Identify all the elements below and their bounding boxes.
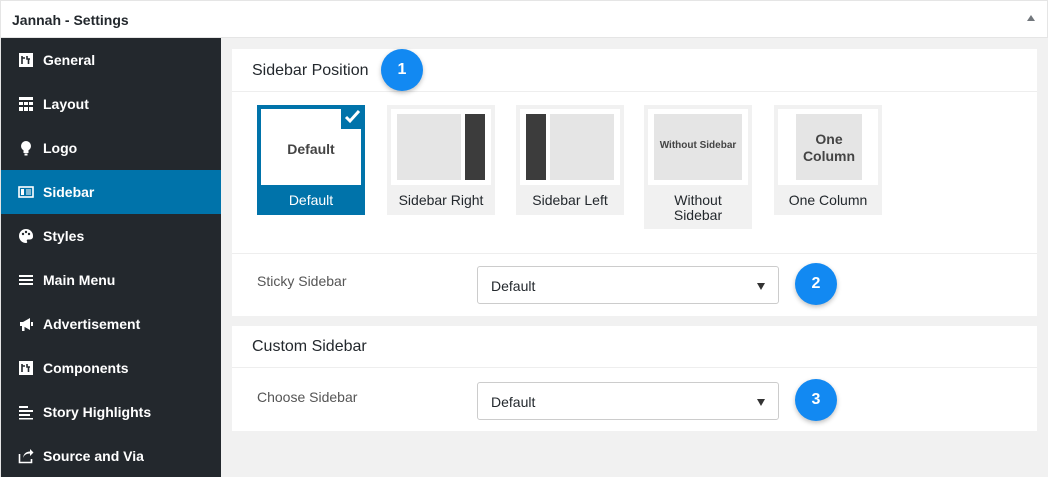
list-icon bbox=[18, 404, 34, 420]
thumbnail-text: Without Sidebar bbox=[659, 140, 737, 151]
collapse-arrow-icon[interactable] bbox=[1027, 15, 1035, 21]
settings-window: Jannah - Settings General Layout Logo Si… bbox=[0, 0, 1048, 477]
lightbulb-icon bbox=[18, 140, 34, 156]
dropdown-arrow-icon bbox=[757, 399, 765, 406]
option-caption: One Column bbox=[788, 192, 868, 208]
custom-sidebar-panel: Custom Sidebar Choose Sidebar Default 3 bbox=[232, 326, 1037, 431]
panel-header: Sidebar Position bbox=[232, 49, 1037, 92]
thumbnail-text-line2: Column bbox=[802, 148, 856, 164]
layout-option-sidebar-right[interactable]: Sidebar Right bbox=[387, 105, 495, 215]
settings-sidebar: General Layout Logo Sidebar Styles Main … bbox=[1, 38, 221, 477]
layout-option-sidebar-left[interactable]: Sidebar Left bbox=[516, 105, 624, 215]
sidebar-item-styles[interactable]: Styles bbox=[1, 214, 221, 258]
section-title: Sidebar Position bbox=[252, 62, 369, 79]
sidebar-item-general[interactable]: General bbox=[1, 38, 221, 82]
sidebar-block bbox=[526, 114, 546, 180]
sidebar-item-source-and-via[interactable]: Source and Via bbox=[1, 434, 221, 477]
sidebar-item-label: Main Menu bbox=[43, 272, 116, 288]
step-badge-3: 3 bbox=[795, 379, 837, 421]
sidebar-position-panel: Sidebar Position 1 Default Default Sideb… bbox=[232, 49, 1037, 316]
window-title: Jannah - Settings bbox=[12, 12, 129, 28]
thumbnail-text-line1: One bbox=[815, 131, 843, 147]
sidebar-item-label: Advertisement bbox=[43, 316, 141, 332]
sidebar-item-components[interactable]: Components bbox=[1, 346, 221, 390]
sidebar-item-label: Sidebar bbox=[43, 184, 95, 200]
sticky-sidebar-select[interactable]: Default bbox=[477, 266, 779, 304]
sidebar-item-logo[interactable]: Logo bbox=[1, 126, 221, 170]
option-caption: Sidebar Right bbox=[398, 192, 484, 208]
step-badge-1: 1 bbox=[381, 49, 423, 91]
content-area-block: Without Sidebar bbox=[654, 114, 742, 180]
sidebar-item-layout[interactable]: Layout bbox=[1, 82, 221, 126]
sidebar-item-label: Story Highlights bbox=[43, 404, 152, 420]
step-badge-2: 2 bbox=[795, 263, 837, 305]
sidebar-item-main-menu[interactable]: Main Menu bbox=[1, 258, 221, 302]
sidebar-item-label: Components bbox=[43, 360, 129, 376]
option-caption: Sidebar Left bbox=[532, 192, 608, 208]
option-caption: Default bbox=[288, 192, 334, 208]
sidebar-item-label: Styles bbox=[43, 228, 85, 244]
option-thumbnail: Without Sidebar bbox=[648, 109, 748, 185]
select-value: Default bbox=[491, 278, 536, 294]
section-divider bbox=[232, 253, 1037, 254]
sidebar-icon bbox=[18, 184, 34, 200]
layout-icon bbox=[18, 96, 34, 112]
choose-sidebar-select[interactable]: Default bbox=[477, 382, 779, 420]
components-icon bbox=[18, 360, 34, 376]
content-area-block bbox=[397, 114, 461, 180]
checkmark-icon bbox=[341, 105, 365, 129]
dropdown-arrow-icon bbox=[757, 283, 765, 290]
layout-option-one-column[interactable]: One Column One Column bbox=[774, 105, 882, 215]
content-area-block: One Column bbox=[796, 114, 862, 180]
sidebar-item-story-highlights[interactable]: Story Highlights bbox=[1, 390, 221, 434]
megaphone-icon bbox=[18, 316, 34, 332]
sticky-sidebar-label: Sticky Sidebar bbox=[257, 273, 347, 289]
content-area-block bbox=[550, 114, 614, 180]
share-icon bbox=[18, 448, 34, 464]
sidebar-item-label: Source and Via bbox=[43, 448, 144, 464]
sidebar-item-label: Logo bbox=[43, 140, 78, 156]
general-icon bbox=[18, 52, 34, 68]
option-thumbnail: One Column bbox=[778, 109, 878, 185]
select-value: Default bbox=[491, 394, 536, 410]
sidebar-item-advertisement[interactable]: Advertisement bbox=[1, 302, 221, 346]
option-caption-line1: Without bbox=[674, 192, 722, 208]
panel-header: Custom Sidebar bbox=[232, 326, 1037, 368]
window-titlebar: Jannah - Settings bbox=[1, 1, 1047, 38]
sidebar-item-label: General bbox=[43, 52, 96, 68]
layout-option-default[interactable]: Default Default bbox=[257, 105, 365, 215]
sidebar-block bbox=[465, 114, 485, 180]
section-title: Custom Sidebar bbox=[252, 338, 367, 355]
thumbnail-text: Default bbox=[287, 141, 335, 157]
sidebar-item-sidebar[interactable]: Sidebar bbox=[1, 170, 221, 214]
main-content: Sidebar Position 1 Default Default Sideb… bbox=[221, 38, 1048, 477]
option-thumbnail bbox=[520, 109, 620, 185]
menu-icon bbox=[18, 272, 34, 288]
option-thumbnail bbox=[391, 109, 491, 185]
option-caption-line2: Sidebar bbox=[673, 207, 723, 223]
layout-option-without-sidebar[interactable]: Without Sidebar Without Sidebar bbox=[644, 105, 752, 229]
sidebar-item-label: Layout bbox=[43, 96, 89, 112]
choose-sidebar-label: Choose Sidebar bbox=[257, 389, 358, 405]
palette-icon bbox=[18, 228, 34, 244]
